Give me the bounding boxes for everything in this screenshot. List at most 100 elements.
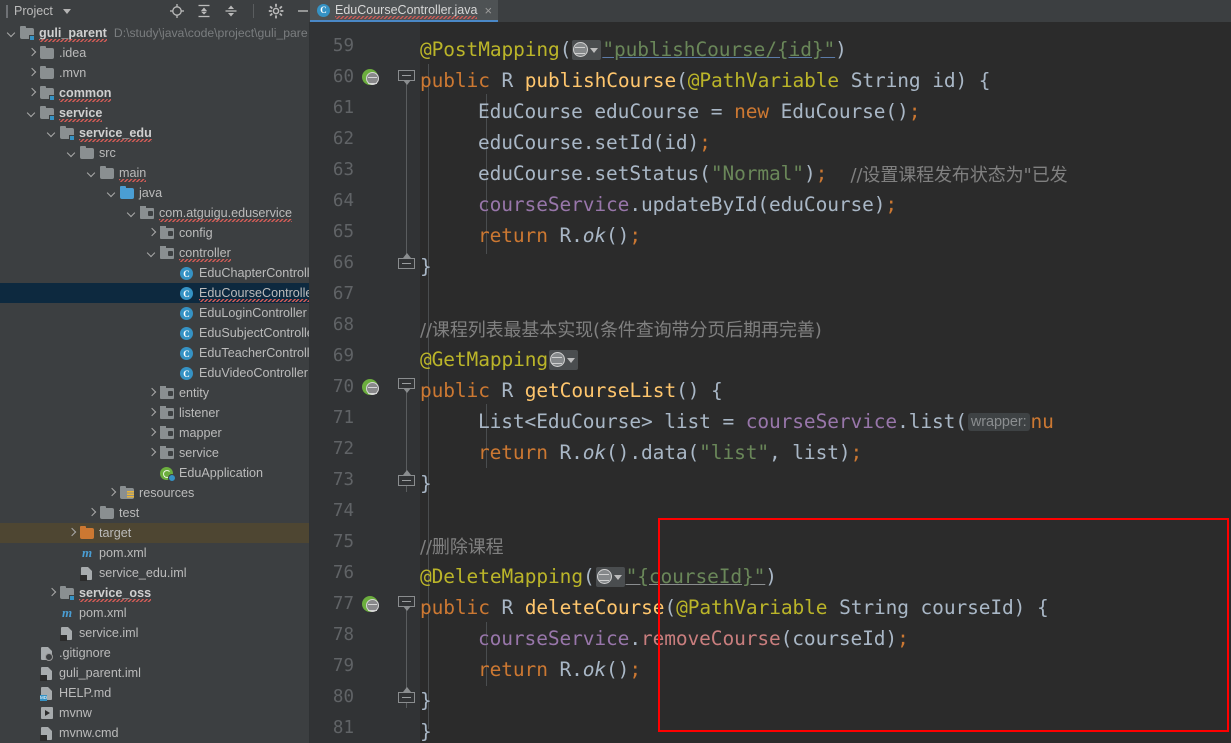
gutter-line-64[interactable]: 64 <box>310 185 420 216</box>
tree-node-mvnw-cmd[interactable]: mvnw.cmd <box>0 723 309 743</box>
tree-node-eduapplication[interactable]: EduApplication <box>0 463 309 483</box>
chevron-down-icon[interactable] <box>146 248 157 259</box>
tree-node-controller[interactable]: controller <box>0 243 309 263</box>
chevron-right-icon[interactable] <box>26 48 37 59</box>
code-line-79[interactable]: return R. ok(); <box>420 654 1231 685</box>
code-line-59[interactable]: @PostMapping("publishCourse/{id}") <box>420 34 1231 65</box>
tree-node-java[interactable]: java <box>0 183 309 203</box>
chevron-down-icon[interactable] <box>66 148 77 159</box>
tree-node-guli-parent-iml[interactable]: guli_parent.iml <box>0 663 309 683</box>
code-line-67[interactable] <box>420 282 1231 313</box>
code-line-76[interactable]: @DeleteMapping("{courseId}") <box>420 561 1231 592</box>
code-line-72[interactable]: return R. ok (). data("list", list); <box>420 437 1231 468</box>
code-line-77[interactable]: public R deleteCourse(@PathVariable Stri… <box>420 592 1231 623</box>
tree-node-pom-xml[interactable]: m pom.xml <box>0 603 309 623</box>
gutter-line-75[interactable]: 75 <box>310 526 420 557</box>
tree-node-mapper[interactable]: mapper <box>0 423 309 443</box>
tree-node-resources[interactable]: resources <box>0 483 309 503</box>
tree-node-mvnw[interactable]: mvnw <box>0 703 309 723</box>
code-line-66[interactable]: } <box>420 251 1231 282</box>
gutter-line-78[interactable]: 78 <box>310 619 420 650</box>
tree-node-common[interactable]: common <box>0 83 309 103</box>
gutter-line-63[interactable]: 63 <box>310 154 420 185</box>
editor-tab-educoursecontroller[interactable]: C EduCourseController.java × <box>310 0 499 22</box>
spring-endpoint-globe-icon[interactable] <box>595 566 625 587</box>
chevron-down-icon[interactable] <box>86 168 97 179</box>
code-line-75[interactable]: //删除课程 <box>420 530 1231 561</box>
gutter-line-65[interactable]: 65 <box>310 216 420 247</box>
fold-marker-start-70[interactable] <box>398 378 415 393</box>
code-line-60[interactable]: public R publishCourse(@PathVariable Str… <box>420 65 1231 96</box>
tree-node-edusubjectcontroller[interactable]: C EduSubjectController <box>0 323 309 343</box>
run-endpoint-gutter-icon[interactable] <box>361 68 383 86</box>
chevron-down-icon[interactable] <box>6 28 17 39</box>
code-line-78[interactable]: courseService. removeCourse(courseId); <box>420 623 1231 654</box>
chevron-right-icon[interactable] <box>106 488 117 499</box>
project-tool-window[interactable]: guli_parent D:\study\java\code\project\gu… <box>0 22 310 743</box>
code-line-69[interactable]: @GetMapping <box>420 344 1231 375</box>
code-line-61[interactable]: EduCourse eduCourse = new EduCourse(); <box>420 96 1231 127</box>
settings-gear-icon[interactable] <box>268 3 284 19</box>
chevron-down-icon[interactable] <box>106 188 117 199</box>
tree-node--mvn[interactable]: .mvn <box>0 63 309 83</box>
tree-node-educoursecontroller[interactable]: C EduCourseController <box>0 283 309 303</box>
gutter-line-69[interactable]: 69 <box>310 340 420 371</box>
tree-node-config[interactable]: config <box>0 223 309 243</box>
gutter-line-72[interactable]: 72 <box>310 433 420 464</box>
collapse-all-icon[interactable] <box>223 3 239 19</box>
chevron-right-icon[interactable] <box>46 588 57 599</box>
code-line-68[interactable]: //课程列表最基本实现(条件查询带分页后期再完善) <box>420 313 1231 344</box>
chevron-right-icon[interactable] <box>26 88 37 99</box>
code-line-73[interactable]: } <box>420 468 1231 499</box>
chevron-right-icon[interactable] <box>146 428 157 439</box>
fold-marker-start-77[interactable] <box>398 596 415 611</box>
tree-node-eduvideocontroller[interactable]: C EduVideoController <box>0 363 309 383</box>
gutter-line-61[interactable]: 61 <box>310 92 420 123</box>
code-line-63[interactable]: eduCourse. setStatus("Normal"); //设置课程发布状… <box>420 158 1231 189</box>
code-line-62[interactable]: eduCourse. setId(id); <box>420 127 1231 158</box>
gutter-line-79[interactable]: 79 <box>310 650 420 681</box>
gutter-line-71[interactable]: 71 <box>310 402 420 433</box>
tree-node-educhaptercontroller[interactable]: C EduChapterController <box>0 263 309 283</box>
tree-node-src[interactable]: src <box>0 143 309 163</box>
code-line-64[interactable]: courseService. updateById(eduCourse); <box>420 189 1231 220</box>
fold-marker-end-66[interactable] <box>398 253 415 273</box>
tree-node-main[interactable]: main <box>0 163 309 183</box>
tree-node-help-md[interactable]: MD HELP.md <box>0 683 309 703</box>
chevron-right-icon[interactable] <box>146 408 157 419</box>
chevron-down-icon[interactable] <box>46 128 57 139</box>
code-line-65[interactable]: return R. ok(); <box>420 220 1231 251</box>
tree-node-test[interactable]: test <box>0 503 309 523</box>
tree-node-service-oss[interactable]: service_oss <box>0 583 309 603</box>
tree-node--idea[interactable]: .idea <box>0 43 309 63</box>
code-line-74[interactable] <box>420 499 1231 530</box>
tree-node-service-edu-iml[interactable]: service_edu.iml <box>0 563 309 583</box>
gutter-line-59[interactable]: 59 <box>310 30 420 61</box>
close-icon[interactable]: × <box>484 4 492 17</box>
gutter-line-68[interactable]: 68 <box>310 309 420 340</box>
fold-marker-end-80[interactable] <box>398 687 415 707</box>
project-tree[interactable]: guli_parent D:\study\java\code\project\gu… <box>0 22 309 743</box>
expand-all-icon[interactable] <box>196 3 212 19</box>
tree-node-entity[interactable]: entity <box>0 383 309 403</box>
chevron-right-icon[interactable] <box>146 448 157 459</box>
gutter-line-81[interactable]: 81 <box>310 712 420 743</box>
chevron-right-icon[interactable] <box>146 228 157 239</box>
gutter-line-74[interactable]: 74 <box>310 495 420 526</box>
tree-node--gitignore[interactable]: .gitignore <box>0 643 309 663</box>
project-toolwindow-title-group[interactable]: Project <box>0 0 163 22</box>
gutter-line-76[interactable]: 76 <box>310 557 420 588</box>
chevron-right-icon[interactable] <box>26 68 37 79</box>
code-area[interactable]: @PostMapping("publishCourse/{id}") publi… <box>420 22 1231 743</box>
tree-node-pom-xml[interactable]: m pom.xml <box>0 543 309 563</box>
fold-marker-end-73[interactable] <box>398 470 415 490</box>
code-line-80[interactable]: } <box>420 685 1231 716</box>
tree-node-service[interactable]: service <box>0 443 309 463</box>
tree-node-eduteachercontroller[interactable]: C EduTeacherController <box>0 343 309 363</box>
tree-node-service-edu[interactable]: service_edu <box>0 123 309 143</box>
hide-window-icon[interactable] <box>295 3 311 19</box>
chevron-right-icon[interactable] <box>146 388 157 399</box>
tree-node-guli-parent[interactable]: guli_parent D:\study\java\code\project\gu… <box>0 23 309 43</box>
fold-marker-start-60[interactable] <box>398 70 415 85</box>
chevron-right-icon[interactable] <box>66 528 77 539</box>
